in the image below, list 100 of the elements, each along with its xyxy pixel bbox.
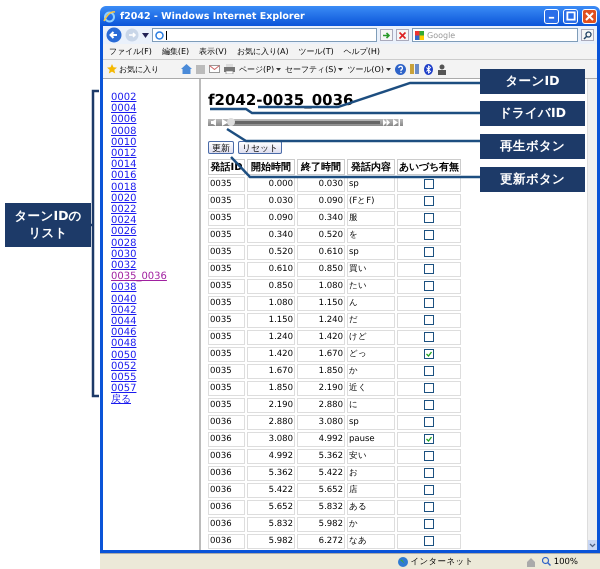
checkbox[interactable]: [424, 416, 434, 427]
turn-link[interactable]: 0006: [111, 114, 136, 126]
turn-link[interactable]: 0055: [111, 372, 136, 384]
browser-logo-icon: [103, 10, 116, 22]
close-button[interactable]: [582, 8, 597, 24]
checkbox[interactable]: [424, 382, 434, 393]
callout-label: 再生ボタン: [480, 134, 585, 159]
table-cell: sp: [347, 245, 395, 260]
help-icon[interactable]: [394, 64, 406, 74]
skip-icon[interactable]: [393, 119, 400, 126]
table-cell: 0.340: [297, 211, 345, 226]
checkbox[interactable]: [424, 230, 434, 240]
turn-link[interactable]: 0026: [111, 226, 136, 238]
table-cell: 5.652: [247, 500, 295, 515]
turn-link[interactable]: 0024: [111, 215, 136, 226]
table-cell: 6.272: [297, 534, 345, 549]
menu-item[interactable]: ファイル(F): [109, 46, 152, 57]
checkbox[interactable]: [424, 450, 434, 461]
checkbox[interactable]: [424, 502, 434, 512]
turn-link[interactable]: 0002: [111, 92, 136, 104]
table-cell: sp: [347, 177, 395, 192]
turn-link[interactable]: 0004: [111, 103, 136, 114]
checkbox[interactable]: [424, 434, 434, 444]
home-icon[interactable]: [181, 64, 192, 74]
update-button[interactable]: 更新: [208, 141, 234, 154]
mail-icon[interactable]: [209, 65, 220, 73]
menu-item[interactable]: ツール(T): [298, 46, 334, 57]
turn-link[interactable]: 0030: [111, 248, 136, 260]
checkbox[interactable]: [424, 298, 434, 308]
checkbox[interactable]: [424, 212, 434, 223]
checkbox[interactable]: [424, 178, 434, 189]
checkbox[interactable]: [424, 246, 434, 257]
favorites-button[interactable]: お気に入り: [107, 64, 159, 74]
checkbox[interactable]: [424, 468, 434, 478]
search-button[interactable]: [581, 29, 594, 41]
turn-link[interactable]: 0018: [111, 182, 136, 193]
stop-button[interactable]: [396, 29, 409, 41]
scroll-down-button[interactable]: [588, 540, 597, 550]
menu-item[interactable]: 表示(V): [199, 46, 227, 57]
menu-item[interactable]: お気に入り(A): [236, 46, 289, 57]
column-header: あいづち有無: [397, 159, 461, 175]
turn-link[interactable]: 0008: [111, 126, 136, 137]
turn-link[interactable]: 0052: [111, 360, 136, 372]
checkbox[interactable]: [424, 314, 434, 325]
play-button[interactable]: [222, 119, 228, 126]
checkbox[interactable]: [424, 400, 434, 410]
address-field[interactable]: [152, 28, 377, 42]
turn-link[interactable]: 0044: [111, 316, 136, 328]
toolbar-menu[interactable]: セーフティ(S): [285, 64, 344, 74]
table-cell: 0.520: [297, 228, 345, 243]
go-button[interactable]: [380, 29, 393, 41]
turn-link[interactable]: 0048: [111, 338, 136, 350]
checkbox[interactable]: [424, 484, 434, 495]
maximize-button[interactable]: [563, 8, 578, 24]
turn-link[interactable]: 0035_0036: [111, 271, 167, 282]
checkbox[interactable]: [424, 366, 434, 376]
turn-link[interactable]: 戻る: [111, 394, 131, 406]
search-icon: [583, 30, 592, 40]
table-cell: 店: [347, 483, 395, 498]
checkbox[interactable]: [424, 280, 434, 291]
dropdown-icon[interactable]: [142, 32, 149, 38]
speaker-icon[interactable]: [211, 119, 219, 126]
turn-link[interactable]: 0028: [111, 238, 136, 249]
bluetooth-icon[interactable]: [424, 64, 433, 74]
turn-link[interactable]: 0038: [111, 282, 136, 294]
turn-link[interactable]: 0032: [111, 260, 136, 272]
turn-link[interactable]: 0010: [111, 136, 136, 148]
turn-link[interactable]: 0046: [111, 327, 136, 338]
menu-item[interactable]: ヘルプ(H): [344, 46, 380, 57]
turn-link[interactable]: 0014: [111, 159, 136, 170]
checkbox[interactable]: [424, 264, 434, 274]
table-cell: 0.520: [247, 245, 295, 260]
turn-link[interactable]: 0020: [111, 192, 136, 204]
turn-link[interactable]: 0040: [111, 294, 136, 305]
table-cell: 1.240: [247, 330, 295, 345]
turn-link[interactable]: 0016: [111, 170, 136, 182]
table-cell: に: [347, 398, 395, 413]
turn-link[interactable]: 0012: [111, 148, 136, 160]
checkbox[interactable]: [424, 518, 434, 529]
table-cell: 0.850: [247, 279, 295, 294]
turn-link[interactable]: 0022: [111, 204, 136, 216]
back-button[interactable]: [106, 27, 122, 43]
printer-icon[interactable]: [224, 64, 235, 74]
checkbox[interactable]: [424, 196, 434, 206]
checkbox[interactable]: [424, 332, 434, 342]
toolbar-menu[interactable]: ツール(O): [347, 64, 391, 74]
media-player[interactable]: [208, 119, 403, 126]
zoom-button[interactable]: 100%: [542, 556, 578, 566]
minimize-button[interactable]: [544, 8, 559, 24]
menu-item[interactable]: 編集(E): [162, 46, 190, 57]
table-cell: 5.362: [297, 449, 345, 464]
turn-link[interactable]: 0057: [111, 383, 136, 394]
globe-icon: [398, 556, 408, 566]
toolbar-menu[interactable]: ページ(P): [239, 64, 282, 74]
checkbox[interactable]: [424, 536, 434, 546]
table-cell: 1.850: [297, 364, 345, 379]
turn-link[interactable]: 0042: [111, 304, 136, 316]
fast-forward-icon[interactable]: [383, 119, 390, 126]
checkbox[interactable]: [424, 348, 434, 359]
turn-link[interactable]: 0050: [111, 350, 136, 361]
